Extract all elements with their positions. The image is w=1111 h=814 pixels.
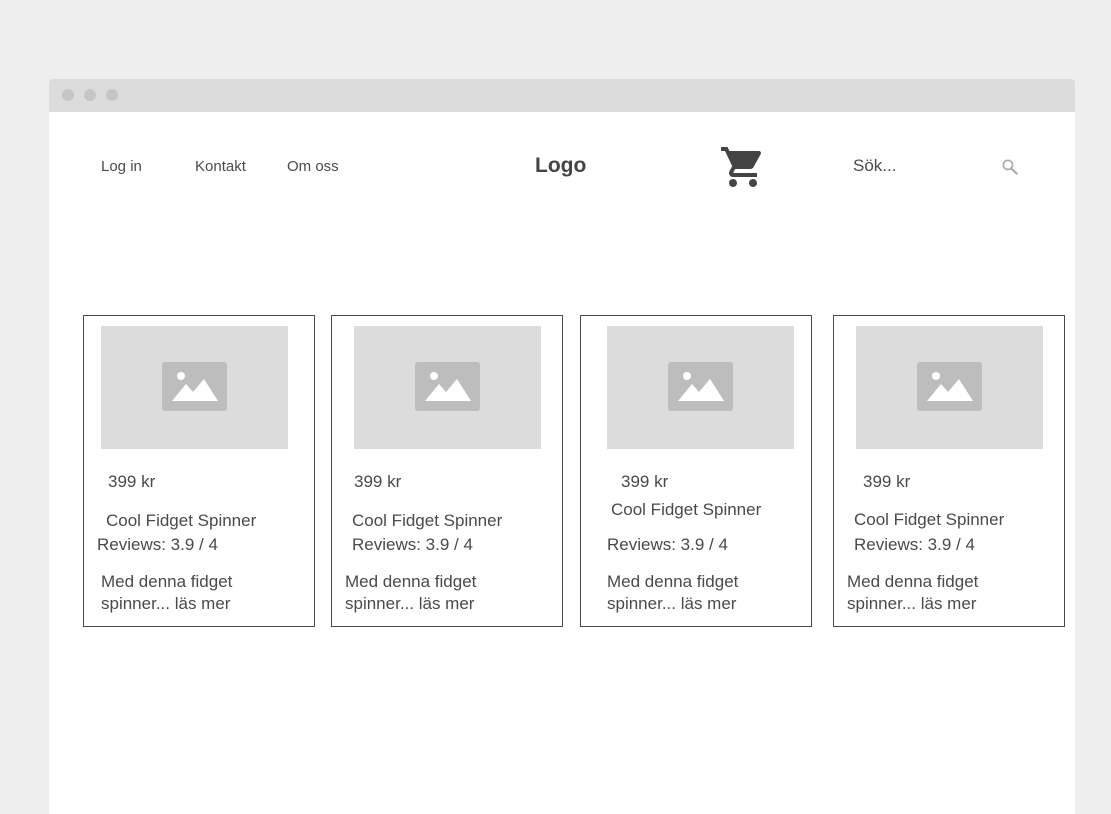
product-name[interactable]: Cool Fidget Spinner (106, 510, 256, 532)
nav-link-kontakt[interactable]: Kontakt (195, 158, 246, 176)
product-price: 399 kr (354, 472, 402, 491)
product-reviews: Reviews: 3.9 / 4 (854, 535, 975, 554)
window-control-dot[interactable] (106, 89, 118, 101)
product-image-placeholder[interactable] (101, 326, 288, 449)
product-description[interactable]: Med denna fidget spinner... läs mer (345, 571, 505, 615)
window-titlebar (49, 79, 1075, 112)
product-name[interactable]: Cool Fidget Spinner (854, 509, 1004, 531)
product-name[interactable]: Cool Fidget Spinner (352, 510, 502, 532)
shopping-cart-icon[interactable] (719, 143, 767, 191)
product-card[interactable]: 399 kr Cool Fidget Spinner Reviews: 3.9 … (331, 315, 563, 627)
product-description[interactable]: Med denna fidget spinner... läs mer (101, 571, 261, 615)
image-icon (162, 362, 227, 411)
nav-link-om-oss[interactable]: Om oss (287, 158, 339, 176)
product-reviews: Reviews: 3.9 / 4 (97, 535, 218, 554)
magnifier-icon[interactable] (1000, 157, 1020, 177)
product-description[interactable]: Med denna fidget spinner... läs mer (847, 571, 1007, 615)
product-image-placeholder[interactable] (354, 326, 541, 449)
product-reviews: Reviews: 3.9 / 4 (352, 535, 473, 554)
product-card[interactable]: 399 kr Cool Fidget Spinner Reviews: 3.9 … (580, 315, 812, 627)
image-icon (917, 362, 982, 411)
browser-window: Log in Kontakt Om oss Logo 399 kr Cool F… (49, 79, 1075, 814)
product-price: 399 kr (863, 472, 911, 491)
nav-link-log-in[interactable]: Log in (101, 158, 142, 176)
window-control-dot[interactable] (84, 89, 96, 101)
product-card[interactable]: 399 kr Cool Fidget Spinner Reviews: 3.9 … (83, 315, 315, 627)
product-reviews: Reviews: 3.9 / 4 (607, 535, 728, 554)
image-icon (668, 362, 733, 411)
product-description[interactable]: Med denna fidget spinner... läs mer (607, 571, 767, 615)
product-image-placeholder[interactable] (607, 326, 794, 449)
product-price: 399 kr (108, 472, 156, 491)
product-name[interactable]: Cool Fidget Spinner (611, 499, 761, 521)
image-icon (415, 362, 480, 411)
product-price: 399 kr (621, 472, 669, 491)
product-image-placeholder[interactable] (856, 326, 1043, 449)
site-logo[interactable]: Logo (535, 154, 586, 178)
product-card[interactable]: 399 kr Cool Fidget Spinner Reviews: 3.9 … (833, 315, 1065, 627)
window-control-dot[interactable] (62, 89, 74, 101)
